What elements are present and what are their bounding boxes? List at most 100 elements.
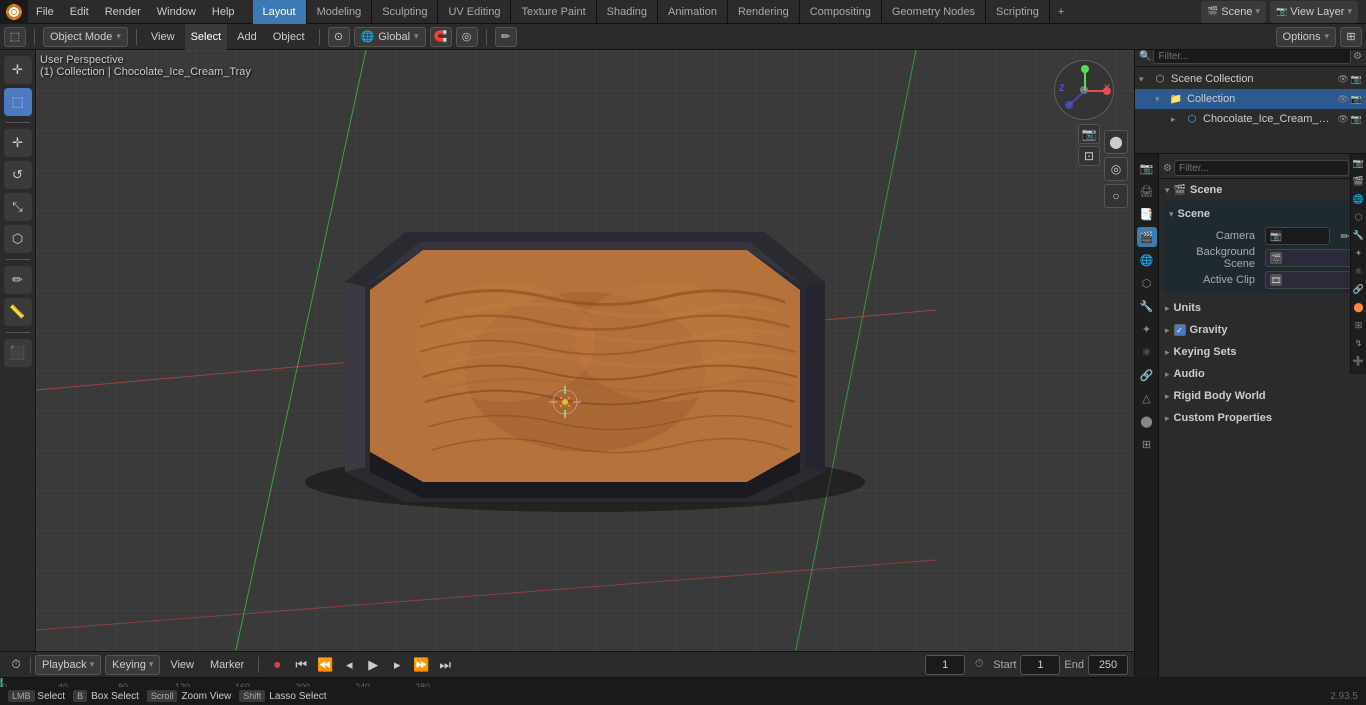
outliner-filter-icon[interactable]: ⚙ bbox=[1353, 51, 1362, 62]
gravity-section-header[interactable]: ▸ ✓ Gravity bbox=[1159, 319, 1366, 341]
rigid-body-section-header[interactable]: ▸ Rigid Body World bbox=[1159, 385, 1366, 407]
start-frame-input[interactable]: 1 bbox=[1020, 655, 1060, 675]
strip-modifier-icon[interactable]: 🔧 bbox=[1352, 230, 1366, 244]
timeline-marker-menu[interactable]: Marker bbox=[204, 652, 250, 678]
props-modifier-icon[interactable]: 🔧 bbox=[1137, 296, 1157, 316]
active-clip-value[interactable]: 🎞 bbox=[1265, 271, 1354, 289]
tab-geometry-nodes[interactable]: Geometry Nodes bbox=[882, 0, 986, 24]
record-btn[interactable]: ⏺ bbox=[267, 655, 287, 675]
tab-animation[interactable]: Animation bbox=[658, 0, 728, 24]
header-add[interactable]: Add bbox=[231, 24, 263, 50]
tab-uv-editing[interactable]: UV Editing bbox=[438, 0, 511, 24]
keying-dropdown[interactable]: Keying ▾ bbox=[105, 655, 160, 675]
view-layer-selector[interactable]: 📷 View Layer ▾ bbox=[1270, 1, 1358, 23]
transform-space-dropdown[interactable]: 🌐 Global ▾ bbox=[354, 27, 426, 47]
tab-sculpting[interactable]: Sculpting bbox=[372, 0, 438, 24]
background-scene-value[interactable]: 🎬 bbox=[1265, 249, 1354, 267]
add-workspace-btn[interactable]: + bbox=[1050, 6, 1072, 18]
strip-driver-icon[interactable]: ↯ bbox=[1352, 338, 1366, 352]
strip-particles-icon[interactable]: ✦ bbox=[1352, 248, 1366, 262]
tab-modeling[interactable]: Modeling bbox=[307, 0, 373, 24]
current-frame-display[interactable]: 1 bbox=[925, 655, 965, 675]
viewport-shading-material[interactable]: ◎ bbox=[1104, 157, 1128, 181]
transform-pivot-btn[interactable]: ⊙ bbox=[328, 27, 350, 47]
navigation-gizmo[interactable]: X Y Z 📷 ⊡ bbox=[1054, 60, 1124, 130]
timeline-editor-type-btn[interactable]: ⏱ bbox=[6, 655, 26, 675]
playback-dropdown[interactable]: Playback ▾ bbox=[35, 655, 101, 675]
props-object-icon[interactable]: ⬡ bbox=[1137, 273, 1157, 293]
props-data-icon[interactable]: △ bbox=[1137, 388, 1157, 408]
rotate-tool[interactable]: ↺ bbox=[4, 161, 32, 189]
transform-tool[interactable]: ⬡ bbox=[4, 225, 32, 253]
menu-render[interactable]: Render bbox=[97, 0, 149, 24]
measure-tool[interactable]: 📏 bbox=[4, 298, 32, 326]
props-texture-icon[interactable]: ⊞ bbox=[1137, 434, 1157, 454]
move-tool[interactable]: ✛ bbox=[4, 129, 32, 157]
play-btn[interactable]: ▶ bbox=[363, 655, 383, 675]
outliner-search-input[interactable] bbox=[1153, 48, 1351, 64]
header-select[interactable]: Select bbox=[185, 24, 228, 50]
viewport-shading-render[interactable]: ○ bbox=[1104, 184, 1128, 208]
tab-shading[interactable]: Shading bbox=[597, 0, 658, 24]
props-physics-icon[interactable]: ⚛ bbox=[1137, 342, 1157, 362]
orthographic-btn[interactable]: ⊡ bbox=[1078, 146, 1100, 166]
outliner-collection[interactable]: ▾ 📁 Collection 👁 📷 bbox=[1135, 89, 1366, 109]
proportional-btn[interactable]: ◎ bbox=[456, 27, 478, 47]
props-scene-icon[interactable]: 🎬 bbox=[1137, 227, 1157, 247]
camera-value[interactable]: 📷 bbox=[1265, 227, 1330, 245]
editor-icon-btn2[interactable]: ⊞ bbox=[1340, 27, 1362, 47]
mesh-render[interactable]: 📷 bbox=[1351, 114, 1362, 125]
strip-material-icon[interactable]: ⬤ bbox=[1352, 302, 1366, 316]
options-dropdown[interactable]: Options ▾ bbox=[1276, 27, 1336, 47]
menu-file[interactable]: File bbox=[28, 0, 62, 24]
props-search-input[interactable] bbox=[1174, 160, 1349, 176]
header-object[interactable]: Object bbox=[267, 24, 311, 50]
menu-edit[interactable]: Edit bbox=[62, 0, 97, 24]
tab-layout[interactable]: Layout bbox=[253, 0, 307, 24]
props-output-icon[interactable]: 🖨 bbox=[1137, 181, 1157, 201]
tab-texture-paint[interactable]: Texture Paint bbox=[511, 0, 596, 24]
custom-props-section-header[interactable]: ▸ Custom Properties bbox=[1159, 407, 1366, 429]
strip-render-icon[interactable]: 📷 bbox=[1352, 158, 1366, 172]
prev-frame-btn[interactable]: ⏪ bbox=[315, 655, 335, 675]
scene-section-header[interactable]: ▾ 🎬 Scene bbox=[1159, 179, 1366, 201]
props-view-layer-icon[interactable]: 📑 bbox=[1137, 204, 1157, 224]
next-frame-btn[interactable]: ⏩ bbox=[411, 655, 431, 675]
prev-keyframe-btn[interactable]: ◂ bbox=[339, 655, 359, 675]
outliner-scene-collection[interactable]: ▾ ⬡ Scene Collection 👁 📷 bbox=[1135, 69, 1366, 89]
props-particles-icon[interactable]: ✦ bbox=[1137, 319, 1157, 339]
header-view[interactable]: View bbox=[145, 24, 181, 50]
annotate-tool[interactable]: ✏ bbox=[4, 266, 32, 294]
tab-compositing[interactable]: Compositing bbox=[800, 0, 882, 24]
scene-collection-render[interactable]: 📷 bbox=[1351, 74, 1362, 85]
scene-collection-hide[interactable]: 👁 bbox=[1337, 74, 1348, 85]
props-world-icon[interactable]: 🌐 bbox=[1137, 250, 1157, 270]
scene-sub-header[interactable]: ▾ Scene bbox=[1163, 203, 1362, 225]
strip-object-icon[interactable]: ⬡ bbox=[1352, 212, 1366, 226]
menu-window[interactable]: Window bbox=[149, 0, 204, 24]
strip-physics-icon[interactable]: ⚛ bbox=[1352, 266, 1366, 280]
strip-texture-icon[interactable]: ⊞ bbox=[1352, 320, 1366, 334]
end-frame-input[interactable]: 250 bbox=[1088, 655, 1128, 675]
jump-start-btn[interactable]: ⏮ bbox=[291, 655, 311, 675]
units-section-header[interactable]: ▸ Units bbox=[1159, 297, 1366, 319]
audio-section-header[interactable]: ▸ Audio bbox=[1159, 363, 1366, 385]
gizmo-circle[interactable]: X Y Z bbox=[1054, 60, 1114, 120]
tab-rendering[interactable]: Rendering bbox=[728, 0, 800, 24]
outliner-mesh-object[interactable]: ▸ ⬡ Chocolate_Ice_Cream_Tr... 👁 📷 bbox=[1135, 109, 1366, 129]
props-material-icon[interactable]: ⬤ bbox=[1137, 411, 1157, 431]
props-constraints-icon[interactable]: 🔗 bbox=[1137, 365, 1157, 385]
next-keyframe-btn[interactable]: ▸ bbox=[387, 655, 407, 675]
scene-selector[interactable]: 🎬 Scene ▾ bbox=[1201, 1, 1266, 23]
editor-type-btn[interactable]: ⬚ bbox=[4, 27, 26, 47]
collection-hide[interactable]: 👁 bbox=[1337, 94, 1348, 105]
3d-viewport[interactable]: User Perspective (1) Collection | Chocol… bbox=[36, 50, 1134, 677]
collection-render[interactable]: 📷 bbox=[1351, 94, 1362, 105]
scale-tool[interactable]: ⤡ bbox=[4, 193, 32, 221]
snap-btn[interactable]: 🧲 bbox=[430, 27, 452, 47]
add-tool[interactable]: ⬛ bbox=[4, 339, 32, 367]
tab-scripting[interactable]: Scripting bbox=[986, 0, 1050, 24]
mode-dropdown[interactable]: Object Mode ▾ bbox=[43, 27, 128, 47]
strip-addon-icon[interactable]: ➕ bbox=[1352, 356, 1366, 370]
strip-constraint-icon[interactable]: 🔗 bbox=[1352, 284, 1366, 298]
